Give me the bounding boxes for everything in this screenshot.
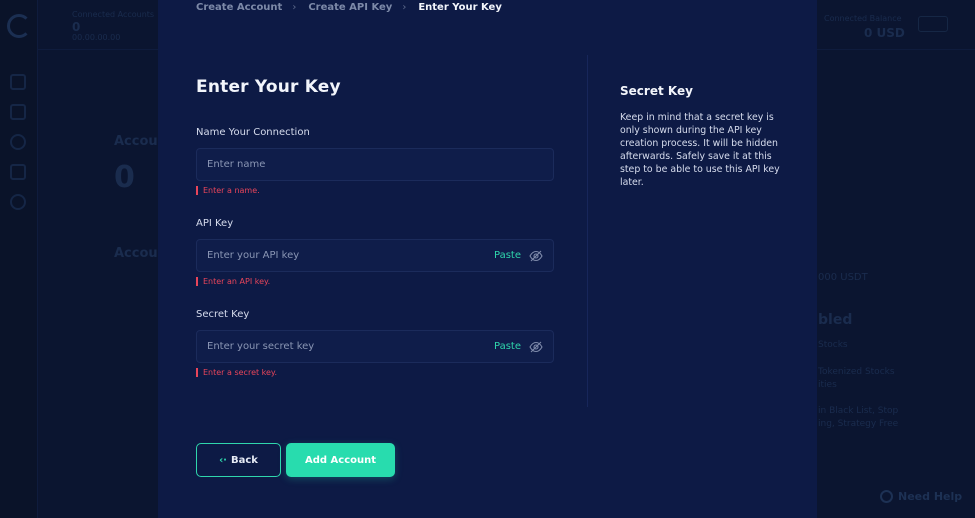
bg-panel-title: bled xyxy=(818,312,853,328)
chat-bubble-icon xyxy=(880,489,893,503)
secret-key-input[interactable] xyxy=(207,341,494,352)
bg-balance-value: 0 USD xyxy=(864,26,905,40)
vertical-divider xyxy=(587,55,588,407)
arrow-left-icon: ‹· xyxy=(219,454,227,466)
stepper: Create Account › Create API Key › Enter … xyxy=(196,0,502,14)
bg-usdt-text: 000 USDT xyxy=(818,272,868,283)
add-account-button[interactable]: Add Account xyxy=(286,443,395,477)
api-key-input[interactable] xyxy=(207,250,494,261)
bg-panel-line-1: Stocks xyxy=(818,340,848,350)
api-key-label: API Key xyxy=(196,218,234,229)
step-separator-icon: › xyxy=(292,1,297,13)
dashboard-icon xyxy=(10,74,26,90)
briefcase-icon xyxy=(10,164,26,180)
connection-name-error: Enter a name. xyxy=(196,186,260,195)
language-flag-icon xyxy=(918,16,948,32)
step-enter-your-key: Enter Your Key xyxy=(418,1,502,13)
secret-key-error: Enter a secret key. xyxy=(196,368,277,377)
bg-section-title-2: Accou xyxy=(114,246,158,261)
info-text: Keep in mind that a secret key is only s… xyxy=(620,112,780,188)
connection-name-field xyxy=(196,148,554,181)
bg-connected-accounts-value: 0 xyxy=(72,20,81,34)
list-icon xyxy=(10,104,26,120)
step-create-api-key: Create API Key xyxy=(308,1,393,13)
api-key-paste-button[interactable]: Paste xyxy=(494,250,521,261)
bell-icon xyxy=(10,134,26,150)
step-create-account: Create Account xyxy=(196,1,283,13)
bg-panel-line-4: in Black List, Stop xyxy=(818,406,899,416)
bg-panel-line-5: ing, Strategy Free xyxy=(818,419,899,429)
eye-slash-icon[interactable] xyxy=(529,250,543,262)
back-button[interactable]: ‹· Back xyxy=(196,443,281,477)
info-title: Secret Key xyxy=(620,84,693,98)
enter-key-modal: Create Account › Create API Key › Enter … xyxy=(158,0,817,518)
eye-slash-icon[interactable] xyxy=(529,341,543,353)
background-sidebar xyxy=(0,0,38,518)
connection-name-input[interactable] xyxy=(207,159,543,170)
secret-key-field: Paste xyxy=(196,330,554,363)
app-logo-icon xyxy=(7,14,31,38)
bg-connected-accounts-label: Connected Accounts xyxy=(72,10,155,19)
step-separator-icon: › xyxy=(402,1,407,13)
bg-panel-line-2: Tokenized Stocks xyxy=(818,367,895,377)
bg-section-title: Accou xyxy=(114,134,158,149)
api-key-error: Enter an API key. xyxy=(196,277,270,286)
api-key-field: Paste xyxy=(196,239,554,272)
bg-big-value: 0 xyxy=(114,160,135,195)
bg-panel-line-3: ities xyxy=(818,380,837,390)
bg-connected-accounts-sub: 00.00.00.00 xyxy=(72,33,121,42)
settings-icon xyxy=(10,194,26,210)
need-help-button[interactable]: Need Help xyxy=(880,486,962,506)
secret-key-label: Secret Key xyxy=(196,309,250,320)
need-help-label: Need Help xyxy=(898,489,963,503)
back-button-label: Back xyxy=(230,454,258,466)
form-title: Enter Your Key xyxy=(196,77,341,97)
bg-balance-label: Connected Balance xyxy=(824,14,902,23)
secret-key-paste-button[interactable]: Paste xyxy=(494,341,521,352)
connection-name-label: Name Your Connection xyxy=(196,127,310,138)
